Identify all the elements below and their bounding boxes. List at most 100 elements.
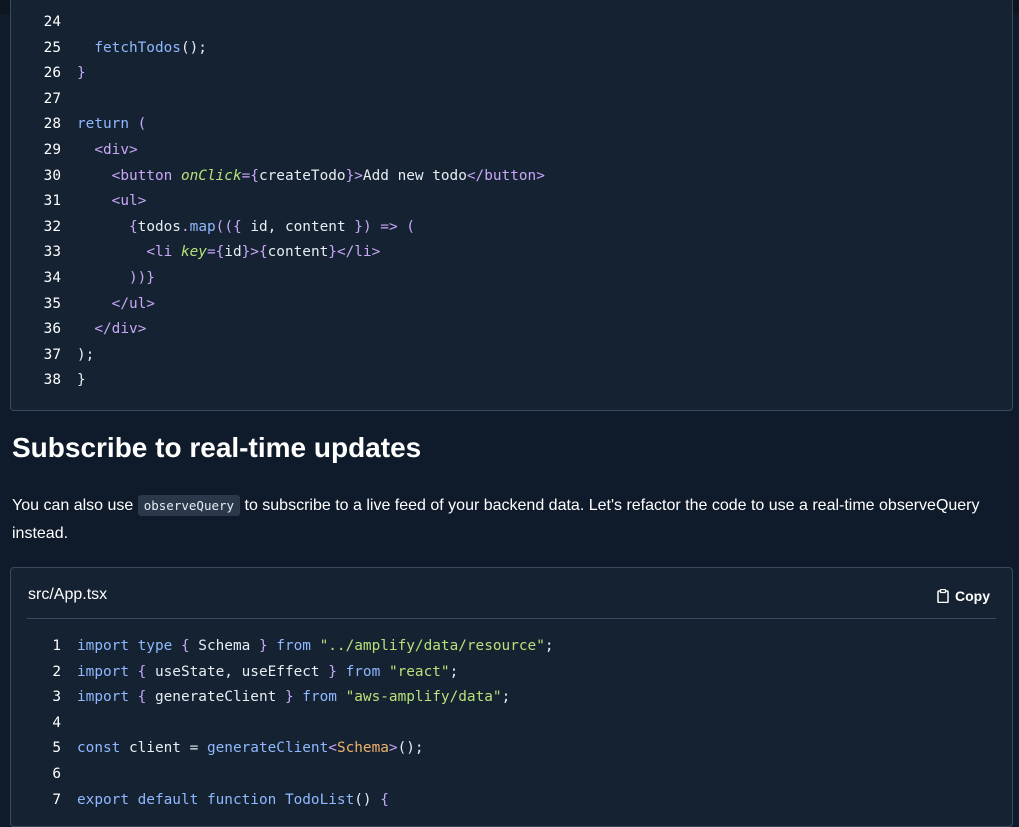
line-code: } xyxy=(77,372,86,388)
code-token: } xyxy=(77,372,86,389)
code-line: 32 {todos.map(({ id, content }) => ( xyxy=(11,215,415,240)
copy-label: Copy xyxy=(955,588,990,604)
code-token: TodoList xyxy=(284,791,355,808)
line-number: 37 xyxy=(43,346,61,363)
code-token: "../amplify/data/resource" xyxy=(319,638,545,654)
line-number: 30 xyxy=(43,167,61,184)
line-code: <div> xyxy=(77,142,138,158)
code-line: 35 </ul> xyxy=(11,292,155,317)
code-line: 1 import type { Schema } from "../amplify… xyxy=(11,634,554,659)
copy-button[interactable]: Copy xyxy=(937,584,990,608)
line-number: 33 xyxy=(43,244,61,261)
code-token: ; xyxy=(501,689,511,706)
line-number: 31 xyxy=(43,193,61,210)
code-token: } xyxy=(250,638,277,654)
code-token: } xyxy=(276,689,303,706)
inline-code-observequery: observeQuery xyxy=(137,495,241,516)
line-code: import type { Schema } from "../amplify/… xyxy=(77,638,554,654)
code-token: (); xyxy=(180,39,207,56)
line-number: 2 xyxy=(52,663,61,680)
line-code: import { useState, useEffect } from "rea… xyxy=(77,664,458,680)
line-number: 4 xyxy=(52,714,61,731)
para-text-before: You can also use xyxy=(12,497,138,514)
code-token: </button> xyxy=(466,167,545,184)
code-block-app-tsx: src/App.tsx Copy 1 import type { Schema }… xyxy=(10,567,1013,827)
code-token: { xyxy=(137,689,155,706)
code-line: 24 xyxy=(11,10,77,35)
line-number: 27 xyxy=(43,90,61,107)
code-token: generateClient xyxy=(154,689,277,706)
code-token: ; xyxy=(449,663,459,680)
code-token: < xyxy=(328,740,337,757)
code-token: <li xyxy=(146,244,181,261)
code-block-top: 24 25 fetchTodos(); 26} 27 28 return (29 <div… xyxy=(10,0,1013,411)
code-token: { xyxy=(180,638,199,654)
code-token: fetchTodos xyxy=(94,39,181,56)
code-token: id xyxy=(224,244,242,261)
line-code: import { generateClient } from "aws-ampl… xyxy=(77,689,510,705)
line-code: const client = generateClient<Schema>(); xyxy=(77,740,424,756)
line-code: <ul> xyxy=(77,193,147,209)
code-line: 27 xyxy=(11,87,77,112)
code-line: 29 <div> xyxy=(11,138,138,163)
code-token: id, content xyxy=(250,218,346,235)
line-number: 36 xyxy=(43,321,61,338)
code-line: 26} xyxy=(11,61,86,86)
code-line: 30 <button onClick={createTodo}>Add new … xyxy=(11,164,545,189)
line-number: 32 xyxy=(43,218,61,235)
code-token: useState, useEffect xyxy=(154,663,320,680)
line-code: } xyxy=(77,65,86,81)
line-number: 1 xyxy=(52,638,61,654)
code-token: <div> xyxy=(94,142,138,158)
code-token: </ul> xyxy=(111,295,155,312)
line-code: <li key={id}>{content}</li> xyxy=(77,244,380,260)
line-number: 3 xyxy=(52,689,61,706)
code-token: }) => ( xyxy=(345,218,415,235)
line-code: ))} xyxy=(77,270,155,286)
line-code: {todos.map(({ id, content }) => ( xyxy=(77,219,415,235)
code-line: 38} xyxy=(11,368,86,393)
section-paragraph: You can also use observeQuery to subscri… xyxy=(12,492,1007,548)
line-number: 35 xyxy=(43,295,61,312)
code-line: 25 fetchTodos(); xyxy=(11,36,207,61)
code-token: { xyxy=(137,663,155,680)
code-line: 3 import { generateClient } from "aws-amp… xyxy=(11,685,510,710)
line-code: fetchTodos(); xyxy=(77,40,207,56)
line-code: ); xyxy=(77,347,94,363)
line-number: 29 xyxy=(43,142,61,158)
line-code: return ( xyxy=(77,116,146,132)
code-token: <button xyxy=(111,167,181,184)
section-heading: Subscribe to real-time updates xyxy=(12,432,422,463)
code-block-header: src/App.tsx Copy xyxy=(27,582,996,619)
file-name: src/App.tsx xyxy=(28,586,108,603)
code-token: } xyxy=(77,65,86,82)
code-token: (({ xyxy=(215,218,251,235)
code-line: 5 const client = generateClient<Schema>()… xyxy=(11,736,424,761)
code-token: }>{ xyxy=(241,244,268,261)
code-token: todos xyxy=(137,218,181,235)
code-token: (); xyxy=(397,740,424,757)
code-token: import type xyxy=(77,638,181,654)
code-token: export default function xyxy=(77,791,285,808)
code-token: client = xyxy=(128,740,207,757)
code-line: 37); xyxy=(11,343,95,368)
line-number: 26 xyxy=(43,65,61,82)
code-token: from xyxy=(302,689,346,706)
code-token: const xyxy=(77,740,129,757)
code-token: createTodo xyxy=(258,167,346,184)
line-code: export default function TodoList() { xyxy=(77,792,389,808)
code-token: Add new todo xyxy=(362,167,467,184)
line-code: </ul> xyxy=(77,296,155,312)
code-token: } xyxy=(319,663,346,680)
code-line: 34 ))} xyxy=(11,266,155,291)
code-token: ); xyxy=(77,346,95,363)
clipboard-icon xyxy=(937,588,949,604)
code-token: () xyxy=(354,791,381,808)
code-token: ={ xyxy=(241,167,259,184)
code-token: Schema xyxy=(198,638,251,654)
